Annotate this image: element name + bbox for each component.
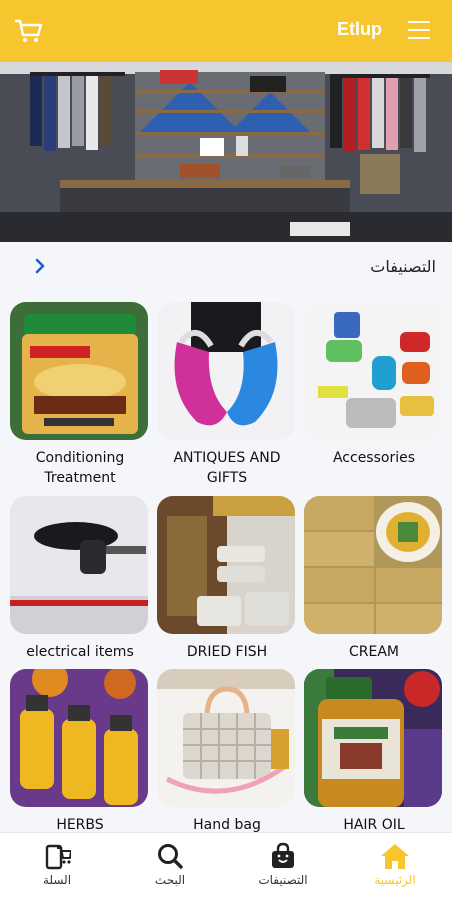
nav-categories-label: التصنيفات: [258, 873, 308, 887]
cart-icon[interactable]: [14, 17, 44, 45]
category-card-dried-fish[interactable]: DRIED FISH: [157, 496, 297, 662]
top-app-bar: Etlup: [0, 0, 452, 62]
search-icon: [125, 841, 215, 871]
category-label: Accessories: [332, 450, 416, 466]
app-root: Etlup التصنيفات Conditioning Treatment A…: [0, 0, 452, 900]
category-image-accessories: [304, 302, 442, 440]
bottom-navigation: السلة البحث التصنيفات الرئيسية: [0, 832, 452, 900]
categories-title: التصنيفات: [370, 257, 436, 276]
category-card-herbs[interactable]: HERBS: [10, 669, 150, 835]
brand-name: Etlup: [337, 19, 382, 39]
nav-home[interactable]: الرئيسية: [350, 841, 440, 887]
category-image-herbs: [10, 669, 148, 807]
category-image-cream: [304, 496, 442, 634]
store-banner-image[interactable]: [0, 62, 452, 242]
category-label: Conditioning Treatment: [35, 450, 125, 486]
nav-cart[interactable]: السلة: [12, 841, 102, 887]
hamburger-menu-icon[interactable]: [408, 21, 430, 41]
nav-cart-label: السلة: [42, 873, 72, 887]
category-card-electrical[interactable]: electrical items: [10, 496, 150, 662]
home-icon: [350, 841, 440, 871]
category-label: DRIED FISH: [186, 644, 268, 660]
category-card-hand-bag[interactable]: Hand bag: [157, 669, 297, 835]
category-card-cream[interactable]: CREAM: [304, 496, 444, 662]
chevron-right-icon[interactable]: [32, 258, 48, 274]
shopping-bag-icon: [238, 841, 328, 871]
category-card-hair-oil[interactable]: HAIR OIL: [304, 669, 444, 835]
nav-search[interactable]: البحث: [125, 841, 215, 887]
category-label: ANTIQUES AND GIFTS: [173, 450, 281, 486]
nav-categories[interactable]: التصنيفات: [238, 841, 328, 887]
nav-home-label: الرئيسية: [374, 873, 416, 887]
category-image-hair-oil: [304, 669, 442, 807]
category-image-conditioning: [10, 302, 148, 440]
categories-header: التصنيفات: [0, 242, 452, 290]
category-label: CREAM: [348, 644, 399, 660]
category-image-electrical: [10, 496, 148, 634]
category-image-antiques: [157, 302, 295, 440]
cart-icon: [12, 841, 102, 871]
nav-search-label: البحث: [154, 873, 186, 887]
category-card-accessories[interactable]: Accessories: [304, 302, 444, 468]
category-label: electrical items: [26, 644, 134, 660]
category-card-antiques[interactable]: ANTIQUES AND GIFTS: [157, 302, 297, 488]
category-card-conditioning[interactable]: Conditioning Treatment: [10, 302, 150, 488]
category-image-dried-fish: [157, 496, 295, 634]
category-image-hand-bag: [157, 669, 295, 807]
